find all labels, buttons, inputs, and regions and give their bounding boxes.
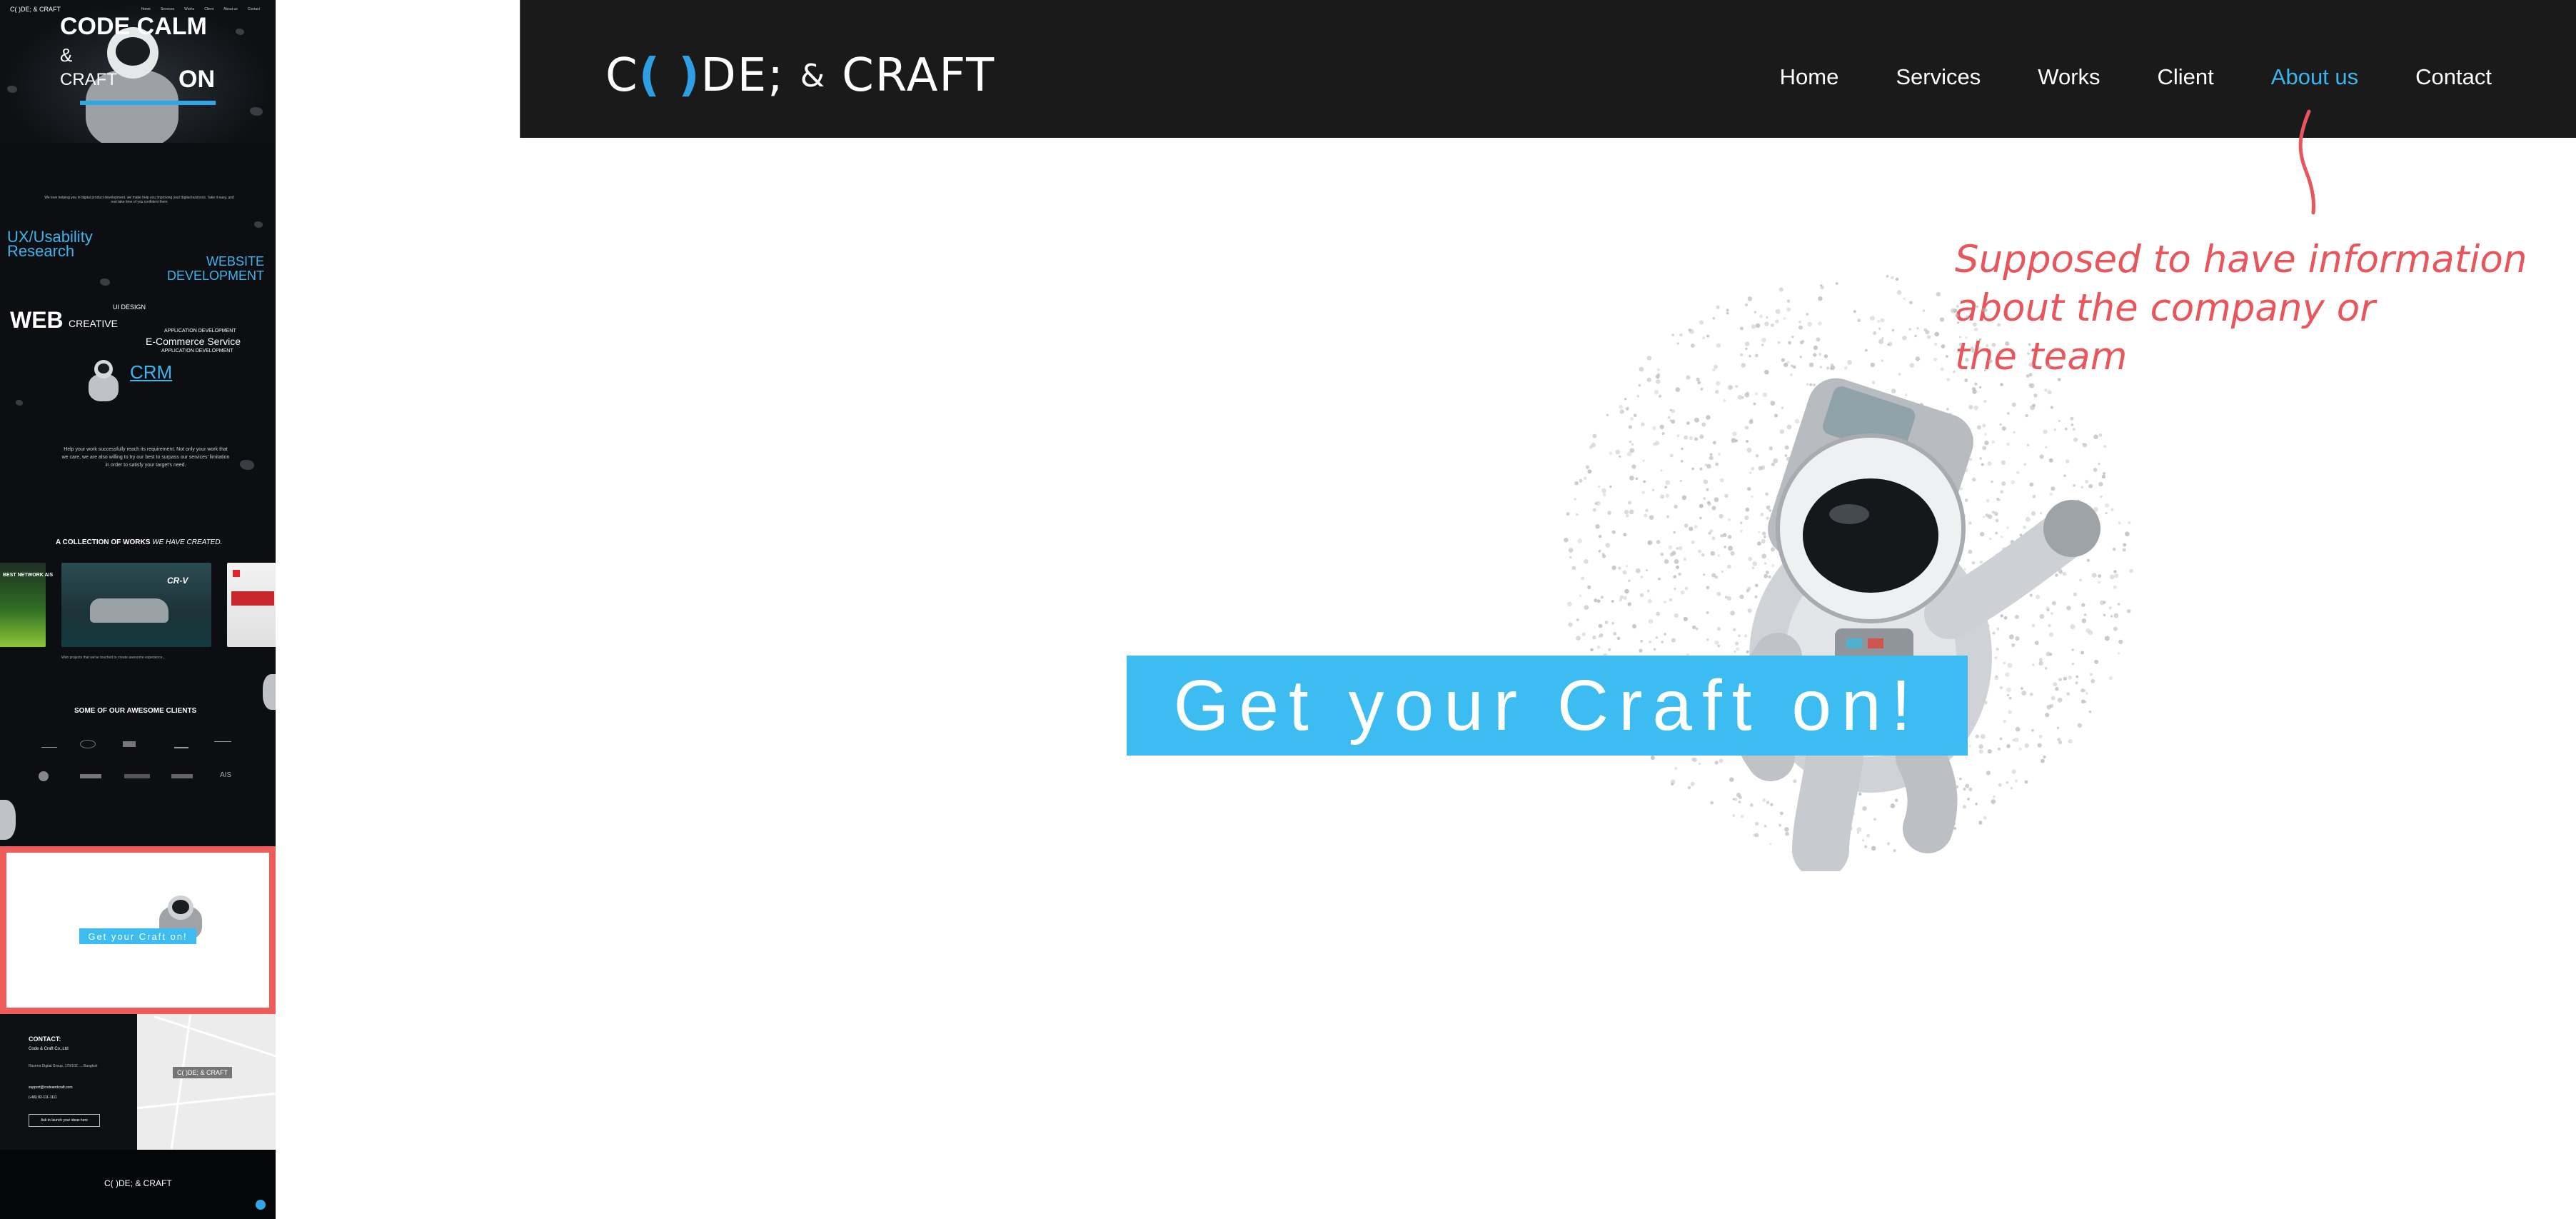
logo-paren: ( ) — [638, 49, 701, 102]
thumb-about-section-selected[interactable]: Get your Craft on! — [0, 846, 276, 1014]
thumb-about-cta: Get your Craft on! — [79, 928, 196, 944]
thumb-service-crm: CRM — [130, 361, 173, 383]
thumb-client-logo — [214, 741, 231, 748]
page-thumbnail-strip[interactable]: C( )DE; & CRAFT Home Services Works Clie… — [0, 0, 276, 1219]
thumb-footer-logo: C( )DE; & CRAFT — [104, 1178, 172, 1188]
thumb-service-creative: CREATIVE — [69, 318, 118, 329]
thumb-asteroid — [7, 86, 17, 93]
thumb-client-logo — [80, 774, 101, 778]
logo-craft: CRAFT — [842, 49, 996, 102]
thumb-service-web-dev: WEBSITE DEVELOPMENT — [166, 254, 264, 283]
thumb-nav: Home Services Works Client About us Cont… — [141, 7, 260, 11]
thumb-services-section[interactable]: We love helping you in digital product d… — [0, 143, 276, 528]
annotation-arrow — [2298, 109, 2315, 215]
thumb-client-logo — [80, 740, 96, 748]
thumb-asteroid — [236, 29, 244, 35]
thumb-contact-map[interactable]: C( )DE; & CRAFT — [137, 1014, 276, 1150]
thumb-clients-astronaut-left — [0, 793, 19, 843]
thumb-contact-email: support@codeandcraft.com — [29, 1085, 73, 1090]
cta-text: Get your Craft on! — [1173, 665, 1921, 746]
thumb-hero-underline — [80, 101, 216, 105]
thumb-clients-section[interactable]: SOME OF OUR AWESOME CLIENTS AIS — [0, 671, 276, 846]
thumb-hero-on: ON — [178, 66, 215, 93]
thumb-asteroid — [240, 460, 254, 470]
nav-about-us[interactable]: About us — [2271, 64, 2358, 90]
thumb-clients-title: SOME OF OUR AWESOME CLIENTS — [74, 707, 197, 715]
thumb-asteroid — [254, 221, 263, 228]
thumb-contact-section[interactable]: C( )DE; & CRAFT CONTACT: Code & Craft Co… — [0, 1014, 276, 1150]
thumb-client-logo — [174, 741, 188, 748]
logo-c: C — [605, 49, 639, 102]
thumb-asteroid — [100, 279, 110, 286]
thumb-service-ui: UI DESIGN — [113, 304, 146, 311]
thumb-footer-section[interactable]: C( )DE; & CRAFT — [0, 1150, 276, 1219]
thumb-hero-craft: CRAFT — [60, 70, 117, 89]
main-nav: Home Services Works Client About us Cont… — [1780, 64, 2492, 90]
thumb-work-card-third[interactable] — [227, 563, 276, 647]
thumb-service-web: WEB — [10, 307, 64, 333]
thumb-hero-headline: CODE CALM — [60, 13, 207, 40]
thumb-nav-client: Client — [204, 7, 214, 11]
thumb-contact-title: CONTACT: — [29, 1035, 61, 1043]
thumb-services-outro: Help your work successfully reach its re… — [61, 447, 230, 468]
thumb-asteroid — [16, 400, 23, 406]
nav-works[interactable]: Works — [2038, 64, 2100, 90]
logo-de: DE; — [700, 49, 785, 102]
thumb-services-astronaut — [84, 357, 123, 403]
thumb-works-section[interactable]: A COLLECTION OF WORKS WE HAVE CREATED. B… — [0, 528, 276, 671]
thumb-map-label: C( )DE; & CRAFT — [173, 1067, 232, 1078]
thumb-service-app-dev-2: APPLICATION DEVELOPMENT — [161, 348, 233, 353]
thumb-contact-button[interactable]: Ask to launch your ideas here — [29, 1114, 100, 1127]
thumb-service-ux: UX/Usability Research — [7, 228, 93, 260]
site-logo[interactable]: C ( ) DE; & CRAFT — [605, 49, 996, 102]
thumb-client-logo — [171, 774, 193, 778]
thumb-work-card-crv[interactable]: CR-V — [61, 563, 211, 647]
nav-services[interactable]: Services — [1896, 64, 1981, 90]
cta-banner[interactable]: Get your Craft on! — [1127, 656, 1968, 756]
thumb-client-logo — [39, 771, 49, 781]
thumb-hero-amp: & — [60, 44, 73, 66]
nav-contact[interactable]: Contact — [2415, 64, 2492, 90]
thumb-contact-address: Rasena Digital Group, 179/102 ..., Bangk… — [29, 1064, 98, 1068]
thumb-nav-contact: Contact — [247, 7, 260, 11]
nav-client[interactable]: Client — [2158, 64, 2214, 90]
thumb-nav-home: Home — [141, 7, 151, 11]
thumb-nav-about: About us — [223, 7, 238, 11]
astronaut-illustration — [1564, 274, 2133, 871]
thumb-logo: C( )DE; & CRAFT — [10, 6, 61, 13]
thumb-service-app-dev: APPLICATION DEVELOPMENT — [164, 328, 236, 333]
thumb-hero-section[interactable]: C( )DE; & CRAFT Home Services Works Clie… — [0, 0, 276, 143]
thumb-works-title: A COLLECTION OF WORKS WE HAVE CREATED. — [56, 538, 223, 546]
thumb-client-logo — [124, 774, 150, 778]
thumb-asteroid — [250, 107, 263, 116]
thumb-scroll-top-button[interactable] — [256, 1200, 266, 1210]
thumb-nav-services: Services — [160, 7, 175, 11]
thumb-contact-phone: (+66) 82-111-1111 — [29, 1095, 57, 1100]
thumb-client-logo — [123, 741, 136, 747]
logo-amp: & — [800, 57, 827, 94]
thumb-contact-company: Code & Craft Co.,Ltd — [29, 1047, 69, 1051]
thumb-nav-works: Works — [184, 7, 195, 11]
thumb-services-intro: We love helping you in digital product d… — [44, 196, 234, 204]
thumb-clients-astronaut-right — [258, 671, 276, 714]
thumb-service-ecommerce: E-Commerce Service — [146, 336, 241, 347]
thumb-client-logo-ais: AIS — [220, 771, 232, 779]
nav-home[interactable]: Home — [1780, 64, 1839, 90]
thumb-work-card-ais[interactable]: BEST NETWORK AIS — [0, 563, 53, 647]
site-navbar: C ( ) DE; & CRAFT Home Services Works Cl… — [520, 0, 2576, 138]
thumb-client-logo — [41, 741, 57, 748]
thumb-works-caption: Web projects that we've touched to creat… — [61, 656, 166, 660]
